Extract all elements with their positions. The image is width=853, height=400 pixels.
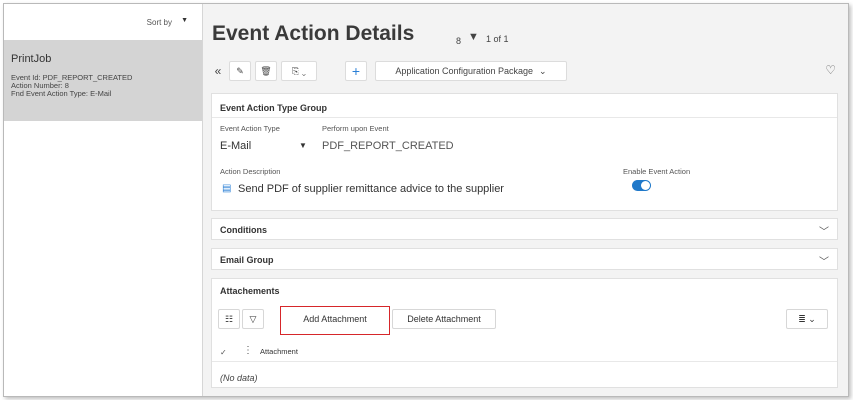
duplicate-menu-icon[interactable]: ⎘ ⌄	[281, 61, 317, 81]
enable-event-action-toggle[interactable]	[632, 180, 651, 191]
highlight-box	[280, 306, 390, 335]
event-action-type-label: Event Action Type	[220, 124, 280, 133]
detail-pane: Event Action Details 8 ▼ 1 of 1 « ✎ 🗑 ⎘ …	[203, 4, 848, 396]
event-action-type-group-panel: Event Action Type Group Event Action Typ…	[211, 93, 838, 211]
event-action-type-select[interactable]: E-Mail	[220, 140, 251, 152]
perform-upon-event-label: Perform upon Event	[322, 124, 389, 133]
filter-icon[interactable]: ▽	[242, 309, 264, 329]
add-plus-icon[interactable]: +	[345, 61, 367, 81]
application-configuration-package-button[interactable]: Application Configuration Package ⌄	[375, 61, 567, 81]
list-view-icon[interactable]: ☷	[218, 309, 240, 329]
paging-indicator: 1 of 1	[486, 34, 509, 44]
event-action-type-group-heading: Event Action Type Group	[220, 103, 328, 113]
action-description-label: Action Description	[220, 167, 281, 176]
empty-table-message: (No data)	[220, 373, 258, 383]
record-title: PrintJob	[11, 53, 52, 65]
attachments-panel: Attachements ☷ ▽ Add Attachment Delete A…	[211, 278, 838, 388]
collapse-panel-icon[interactable]: «	[211, 61, 225, 81]
email-group-panel[interactable]: Email Group ﹀	[211, 248, 838, 270]
delete-attachment-button[interactable]: Delete Attachment	[392, 309, 496, 329]
enable-event-action-label: Enable Event Action	[623, 167, 691, 176]
delete-trash-icon[interactable]: 🗑	[255, 61, 277, 81]
caret-down-icon[interactable]: ▼	[181, 17, 188, 24]
chevron-down-icon: ⌄	[539, 65, 547, 76]
chevron-down-icon[interactable]: ﹀	[819, 223, 829, 238]
conditions-heading: Conditions	[220, 225, 267, 235]
package-label: Application Configuration Package	[395, 66, 534, 76]
divider	[212, 361, 837, 362]
record-list-pane: Sort by ▼ PrintJob Event Id: PDF_REPORT_…	[4, 4, 203, 396]
favorite-heart-icon[interactable]: ♡	[825, 63, 836, 77]
caret-down-icon[interactable]: ▼	[468, 31, 479, 43]
app-window: Sort by ▼ PrintJob Event Id: PDF_REPORT_…	[3, 3, 849, 397]
document-icon: ▤	[222, 183, 232, 194]
edit-pencil-icon[interactable]: ✎	[229, 61, 251, 81]
select-all-check-icon[interactable]: ✓	[220, 348, 227, 357]
attachment-column-header[interactable]: Attachment	[260, 347, 298, 356]
sort-by-button[interactable]: Sort by	[147, 18, 172, 27]
caret-down-icon[interactable]: ▼	[299, 141, 307, 150]
email-group-heading: Email Group	[220, 255, 274, 265]
column-options-icon[interactable]: ⋮	[243, 345, 253, 356]
record-list-item[interactable]: PrintJob Event Id: PDF_REPORT_CREATED Ac…	[4, 40, 202, 121]
conditions-panel[interactable]: Conditions ﹀	[211, 218, 838, 240]
action-description-value: Send PDF of supplier remittance advice t…	[238, 183, 504, 195]
attachments-heading: Attachements	[220, 286, 280, 296]
perform-upon-event-value: PDF_REPORT_CREATED	[322, 140, 454, 152]
record-action-type: Fnd Event Action Type: E-Mail	[11, 89, 112, 98]
chevron-down-icon[interactable]: ﹀	[819, 253, 829, 268]
sort-bar: Sort by ▼	[4, 4, 202, 40]
divider	[212, 117, 837, 118]
page-title: Event Action Details	[212, 22, 415, 45]
record-count: 8	[456, 36, 462, 46]
table-settings-menu-icon[interactable]: ≣ ⌄	[786, 309, 828, 329]
